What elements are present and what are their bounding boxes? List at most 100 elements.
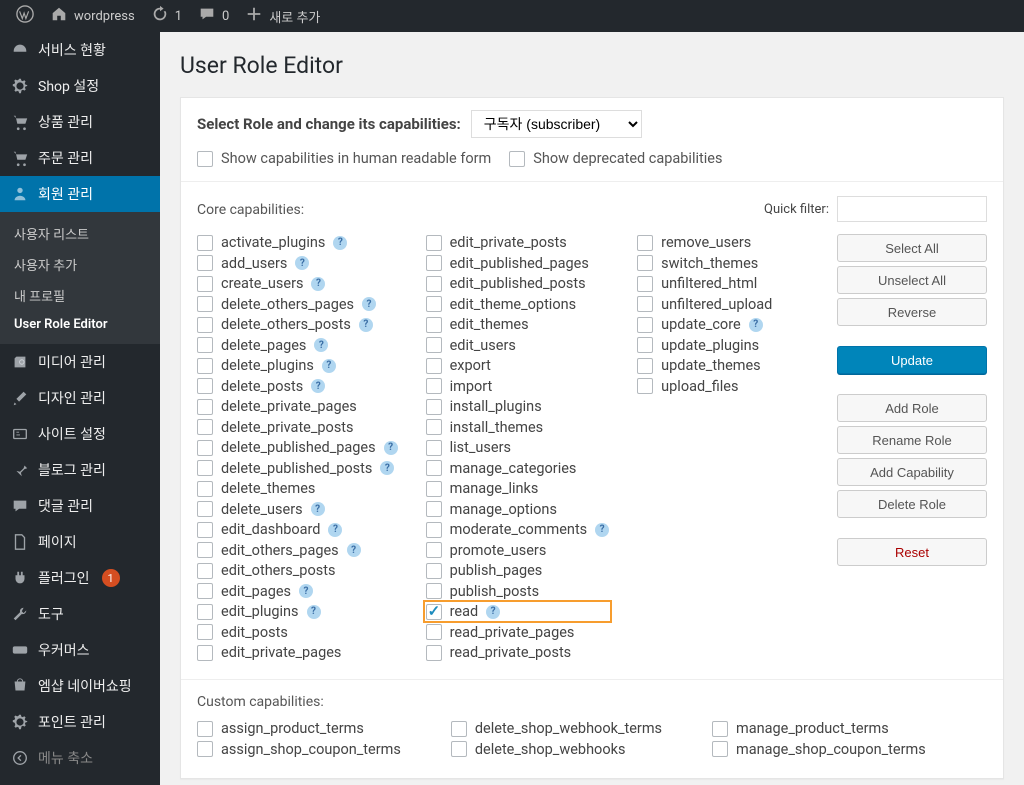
sidebar-subitem-1[interactable]: 사용자 추가 [0,249,160,280]
cap-add_users[interactable]: add_users ? [197,255,398,272]
select-all-button[interactable]: Select All [837,234,987,262]
cap-checkbox[interactable] [197,358,213,374]
cap-edit_published_pages[interactable]: edit_published_pages [426,255,610,272]
cap-read_private_posts[interactable]: read_private_posts [426,644,610,661]
cap-checkbox[interactable] [637,378,653,394]
cap-delete_pages[interactable]: delete_pages ? [197,337,398,354]
cap-edit_others_posts[interactable]: edit_others_posts [197,562,398,579]
cap-list_users[interactable]: list_users [426,439,610,456]
help-icon[interactable]: ? [384,441,398,455]
cap-checkbox[interactable] [426,296,442,312]
cap-promote_users[interactable]: promote_users [426,542,610,559]
help-icon[interactable]: ? [333,236,347,250]
cap-checkbox[interactable] [426,522,442,538]
cap-checkbox[interactable] [197,604,213,620]
help-icon[interactable]: ? [311,277,325,291]
cap-checkbox[interactable] [426,563,442,579]
sidebar-item-11[interactable]: 플러그인1 [0,560,160,596]
cap-manage_categories[interactable]: manage_categories [426,460,610,477]
cap-checkbox[interactable] [197,276,213,292]
update-button[interactable]: Update [837,346,987,374]
cap-update_core[interactable]: update_core ? [637,316,772,333]
cap-checkbox[interactable] [197,399,213,415]
cap-checkbox[interactable] [197,378,213,394]
wp-logo[interactable] [8,5,42,27]
cap-checkbox[interactable] [197,235,213,251]
role-select[interactable]: 구독자 (subscriber) [471,110,642,138]
reverse-button[interactable]: Reverse [837,298,987,326]
cap-checkbox[interactable] [197,481,213,497]
flag-deprecated[interactable]: Show deprecated capabilities [509,150,722,167]
help-icon[interactable]: ? [311,502,325,516]
cap-edit_themes[interactable]: edit_themes [426,316,610,333]
help-icon[interactable]: ? [299,584,313,598]
cap-checkbox[interactable] [426,645,442,661]
cap-manage_links[interactable]: manage_links [426,480,610,497]
cap-checkbox[interactable] [197,624,213,640]
help-icon[interactable]: ? [359,318,373,332]
cap-checkbox[interactable] [197,255,213,271]
cap-edit_published_posts[interactable]: edit_published_posts [426,275,610,292]
cap-checkbox[interactable] [197,645,213,661]
cap-unfiltered_upload[interactable]: unfiltered_upload [637,296,772,313]
cap-delete_users[interactable]: delete_users ? [197,501,398,518]
help-icon[interactable]: ? [328,523,342,537]
comments-link[interactable]: 0 [190,5,237,27]
new-content-link[interactable]: 새로 추가 [237,5,328,27]
cap-create_users[interactable]: create_users ? [197,275,398,292]
cap-update_themes[interactable]: update_themes [637,357,772,374]
cap-checkbox[interactable] [197,721,213,737]
cap-export[interactable]: export [426,357,610,374]
cap-checkbox[interactable] [451,721,467,737]
cap-edit_theme_options[interactable]: edit_theme_options [426,296,610,313]
cap-checkbox[interactable] [197,583,213,599]
cap-checkbox[interactable] [426,440,442,456]
sidebar-item-9[interactable]: 댓글 관리 [0,488,160,524]
reset-button[interactable]: Reset [837,538,987,566]
cap-moderate_comments[interactable]: moderate_comments ? [426,521,610,538]
cap-delete_private_pages[interactable]: delete_private_pages [197,398,398,415]
deprecated-checkbox[interactable] [509,151,525,167]
sidebar-item-8[interactable]: 블로그 관리 [0,452,160,488]
cap-checkbox[interactable] [197,440,213,456]
sidebar-item-14[interactable]: 엠샵 네이버쇼핑 [0,668,160,704]
cap-checkbox[interactable] [426,419,442,435]
cap-checkbox[interactable] [637,296,653,312]
cap-checkbox[interactable] [197,460,213,476]
cap-checkbox[interactable] [426,481,442,497]
site-link[interactable]: wordpress [42,5,143,27]
cap-delete_posts[interactable]: delete_posts ? [197,378,398,395]
rename-role-button[interactable]: Rename Role [837,426,987,454]
cap-checkbox[interactable] [197,522,213,538]
sidebar-item-10[interactable]: 페이지 [0,524,160,560]
delete-role-button[interactable]: Delete Role [837,490,987,518]
sidebar-item-12[interactable]: 도구 [0,596,160,632]
cap-edit_pages[interactable]: edit_pages ? [197,583,398,600]
cap-manage_shop_coupon_terms[interactable]: manage_shop_coupon_terms [712,741,926,758]
cap-manage_product_terms[interactable]: manage_product_terms [712,720,926,737]
cap-assign_shop_coupon_terms[interactable]: assign_shop_coupon_terms [197,741,401,758]
help-icon[interactable]: ? [595,523,609,537]
help-icon[interactable]: ? [749,318,763,332]
cap-checkbox[interactable] [637,255,653,271]
cap-checkbox[interactable] [426,317,442,333]
cap-edit_plugins[interactable]: edit_plugins ? [197,603,398,620]
cap-edit_dashboard[interactable]: edit_dashboard ? [197,521,398,538]
cap-edit_users[interactable]: edit_users [426,337,610,354]
cap-checkbox[interactable] [426,276,442,292]
sidebar-item-4[interactable]: 회원 관리 [0,176,160,212]
sidebar-subitem-2[interactable]: 내 프로필 [0,280,160,311]
cap-read[interactable]: read ? [426,603,610,620]
cap-checkbox[interactable] [197,337,213,353]
sidebar-item-7[interactable]: 사이트 설정 [0,416,160,452]
sidebar-item-1[interactable]: Shop 설정 [0,68,160,104]
sidebar-item-13[interactable]: 우커머스 [0,632,160,668]
cap-switch_themes[interactable]: switch_themes [637,255,772,272]
cap-checkbox[interactable] [197,563,213,579]
cap-edit_posts[interactable]: edit_posts [197,624,398,641]
cap-delete_private_posts[interactable]: delete_private_posts [197,419,398,436]
cap-checkbox[interactable] [426,604,442,620]
sidebar-item-16[interactable]: 메뉴 축소 [0,740,160,776]
cap-delete_others_posts[interactable]: delete_others_posts ? [197,316,398,333]
cap-delete_published_pages[interactable]: delete_published_pages ? [197,439,398,456]
